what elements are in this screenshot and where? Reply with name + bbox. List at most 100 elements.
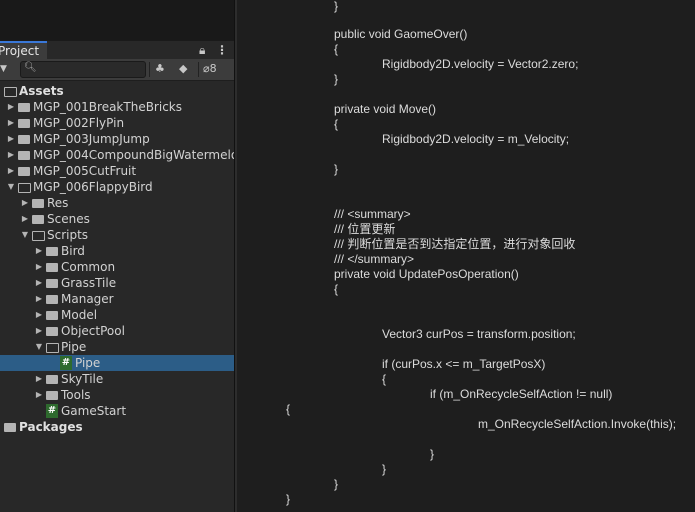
tree-item-label: MGP_006FlappyBird <box>33 180 153 194</box>
folder-icon <box>4 423 16 432</box>
expanded-arrow-icon[interactable]: ▼ <box>6 179 16 195</box>
tree-item-folder[interactable]: ▶ MGP_004CompoundBigWatermelon <box>0 147 246 163</box>
collapsed-arrow-icon[interactable]: ▶ <box>34 387 44 403</box>
code-line: } <box>334 477 339 491</box>
tree-item-label: Res <box>47 196 69 210</box>
expanded-arrow-icon[interactable]: ▼ <box>20 227 30 243</box>
tree-item-folder[interactable]: ▼ Assets <box>0 83 234 99</box>
folder-icon <box>18 119 30 128</box>
tree-item-label: MGP_005CutFruit <box>33 164 137 178</box>
collapsed-arrow-icon[interactable]: ▶ <box>34 323 44 339</box>
hidden-packages-button[interactable]: ⌀8 <box>203 61 217 77</box>
tree-item-folder[interactable]: ▶ SkyTile <box>0 371 234 387</box>
folder-icon <box>46 247 58 256</box>
code-line: { <box>334 282 339 296</box>
collapsed-arrow-icon[interactable]: ▶ <box>6 115 16 131</box>
code-line: Rigidbody2D.velocity = m_Velocity; <box>382 132 570 146</box>
code-line: /// <summary> <box>334 207 411 221</box>
eye-slash-icon: ⌀ <box>203 62 210 75</box>
tree-item-folder[interactable]: ▶ MGP_002FlyPin <box>0 115 234 131</box>
collapsed-arrow-icon[interactable]: ▶ <box>34 243 44 259</box>
folder-icon <box>46 295 58 304</box>
lock-icon[interactable]: 🔒︎ <box>199 43 205 58</box>
tree-item-label: Common <box>61 260 116 274</box>
tree-item-folder[interactable]: ▶ Scenes <box>0 211 234 227</box>
collapsed-arrow-icon[interactable]: ▶ <box>34 307 44 323</box>
tree-item-script[interactable]: # GameStart <box>0 403 234 419</box>
tree-item-label: MGP_004CompoundBigWatermelon <box>33 148 246 162</box>
tree-item-folder[interactable]: ▼ Pipe <box>0 339 234 355</box>
tree-item-label: Pipe <box>75 356 101 370</box>
project-tab[interactable]: Project <box>0 41 48 60</box>
collapsed-arrow-icon[interactable]: ▶ <box>34 259 44 275</box>
tree-item-label: GameStart <box>61 404 127 418</box>
kebab-menu-icon[interactable]: ⋮ <box>216 43 228 57</box>
folder-icon <box>46 391 58 400</box>
code-line: } <box>430 447 435 461</box>
code-line: /// </summary> <box>334 252 415 266</box>
code-line: { <box>286 402 291 416</box>
tree-item-folder[interactable]: ▶ MGP_003JumpJump <box>0 131 234 147</box>
collapsed-arrow-icon[interactable]: ▶ <box>6 163 16 179</box>
folder-icon <box>32 199 44 208</box>
top-panel-area <box>0 0 234 40</box>
collapsed-arrow-icon[interactable]: ▶ <box>0 419 2 435</box>
tree-item-folder[interactable]: ▶ Res <box>0 195 234 211</box>
collapsed-arrow-icon[interactable]: ▶ <box>34 291 44 307</box>
tree-item-folder[interactable]: ▶ Manager <box>0 291 234 307</box>
tree-item-label: Model <box>61 308 98 322</box>
tree-item-folder[interactable]: ▶ GrassTile <box>0 275 234 291</box>
expanded-arrow-icon[interactable]: ▼ <box>0 83 2 99</box>
folder-open-icon <box>46 343 59 353</box>
tree-item-label: GrassTile <box>61 276 117 290</box>
tree-item-folder[interactable]: ▼ Scripts <box>0 227 234 243</box>
collapsed-arrow-icon[interactable]: ▶ <box>6 99 16 115</box>
tree-item-label: ObjectPool <box>61 324 125 338</box>
collapsed-arrow-icon[interactable]: ▶ <box>34 275 44 291</box>
tree-item-label: Tools <box>61 388 91 402</box>
tree-item-label: MGP_002FlyPin <box>33 116 125 130</box>
tree-item-folder[interactable]: ▶ Common <box>0 259 234 275</box>
collapsed-arrow-icon[interactable]: ▶ <box>6 131 16 147</box>
tree-item-folder[interactable]: ▶ Tools <box>0 387 234 403</box>
search-input[interactable]: 🔍︎ <box>20 61 146 78</box>
tree-item-folder[interactable]: ▶ Model <box>0 307 234 323</box>
tree-item-label: Bird <box>61 244 85 258</box>
tree-item-folder[interactable]: ▶ ObjectPool <box>0 323 234 339</box>
code-line: /// 判断位置是否到达指定位置，进行对象回收 <box>334 237 576 251</box>
expanded-arrow-icon[interactable]: ▼ <box>34 339 44 355</box>
project-panel: Project 🔒︎ ⋮ ▼ 🔍︎ ♣ ◆ ⌀8 ▼ Assets▶MGP_001… <box>0 0 246 512</box>
collapsed-arrow-icon[interactable]: ▶ <box>20 211 30 227</box>
csharp-script-icon: # <box>46 404 58 418</box>
code-line: } <box>334 0 339 13</box>
code-line: } <box>286 492 291 506</box>
folder-icon <box>18 151 30 160</box>
tree-item-folder[interactable]: ▶ MGP_005CutFruit <box>0 163 234 179</box>
folder-icon <box>46 375 58 384</box>
folder-icon <box>46 279 58 288</box>
code-line: private void Move() <box>334 102 437 116</box>
csharp-script-icon: # <box>60 356 72 370</box>
code-line: Rigidbody2D.velocity = Vector2.zero; <box>382 57 579 71</box>
project-tab-label: Project <box>0 44 40 58</box>
collapsed-arrow-icon[interactable]: ▶ <box>6 147 16 163</box>
code-line: { <box>334 42 339 56</box>
tree-item-script[interactable]: # Pipe <box>0 355 234 371</box>
search-by-type-icon[interactable]: ♣ <box>155 61 165 77</box>
hidden-count: 8 <box>209 62 217 75</box>
code-editor[interactable]: } public void GaomeOver(){Rigidbody2D.vel… <box>237 0 695 512</box>
folder-icon <box>46 263 58 272</box>
tree-item-folder[interactable]: ▶ MGP_001BreakTheBricks <box>0 99 234 115</box>
code-line: public void GaomeOver() <box>334 27 468 41</box>
project-tab-bar: Project 🔒︎ ⋮ <box>0 40 234 60</box>
create-dropdown-icon[interactable]: ▼ <box>0 61 7 77</box>
code-line: private void UpdatePosOperation() <box>334 267 519 281</box>
tree-item-folder[interactable]: ▶ Bird <box>0 243 234 259</box>
search-by-label-icon[interactable]: ◆ <box>179 61 187 77</box>
tree-item-folder[interactable]: ▼ MGP_006FlappyBird <box>0 179 234 195</box>
tree-item-folder[interactable]: ▶ Packages <box>0 419 234 435</box>
tree-item-label: Manager <box>61 292 114 306</box>
tree-item-label: Assets <box>19 84 64 98</box>
collapsed-arrow-icon[interactable]: ▶ <box>20 195 30 211</box>
collapsed-arrow-icon[interactable]: ▶ <box>34 371 44 387</box>
